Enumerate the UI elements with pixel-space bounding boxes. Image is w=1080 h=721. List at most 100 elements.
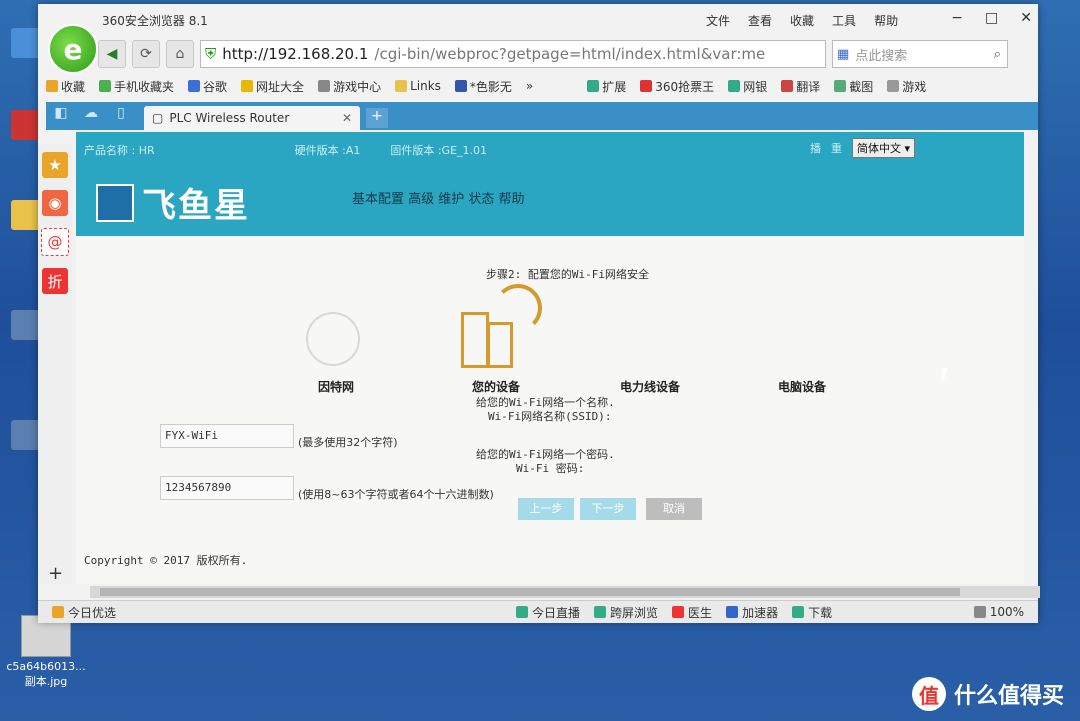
status-left-label: 今日优选 [68,605,117,620]
bookmark-item[interactable]: 网址大全 [241,78,304,95]
toolbar-item[interactable]: 扩展 [587,78,626,95]
add-icon[interactable]: + [48,563,63,584]
password-input[interactable]: 1234567890 [160,476,294,500]
mail-icon[interactable]: @ [41,228,69,256]
firmware-version: 固件版本 :GE_1.01 [390,144,488,157]
scrollbar-thumb[interactable] [100,588,960,596]
bookmark-item[interactable]: 游戏中心 [318,78,381,95]
toolbar-label: 游戏 [902,79,927,94]
language-select[interactable]: 简体中文 ▾ [852,138,916,158]
discount-icon[interactable]: 折 [42,268,68,294]
toolbar-item[interactable]: 360抢票王 [640,78,714,95]
status-download[interactable]: 下载 [792,604,832,621]
bookmark-item[interactable]: Links [395,79,441,93]
ssid-label: Wi-Fi网络名称(SSID): [488,410,612,423]
status-doctor[interactable]: 医生 [672,604,712,621]
screenshot-icon [834,80,847,92]
side-panel: ★ ◉ @ 折 + [38,144,72,584]
phone-icon[interactable]: ▯ [110,105,132,127]
bookmark-item[interactable]: 手机收藏夹 [99,78,174,95]
tab-router[interactable]: ▢ PLC Wireless Router ✕ [144,106,360,130]
lang-icon-1[interactable]: 播 [810,140,821,156]
step-title: 步骤2: 配置您的Wi-Fi网络安全 [486,268,649,281]
weibo-icon[interactable]: ◉ [42,190,68,216]
horizontal-scrollbar[interactable] [90,586,1040,598]
watermark: 值 什么值得买 [911,677,1064,711]
shortcut-icon [11,420,41,450]
page-icon: ▢ [152,111,164,125]
lang-icon-2[interactable]: 重 [831,140,842,156]
tab-close-icon[interactable]: ✕ [342,111,352,125]
status-accelerator[interactable]: 加速器 [726,604,778,621]
status-label: 加速器 [742,605,779,620]
status-label: 医生 [688,605,713,620]
device-info: 产品名称 : HR 硬件版本 :A1 固件版本 :GE_1.01 [84,142,487,158]
menu-help[interactable]: 帮助 [874,12,898,29]
bookmark-item[interactable]: *色影无 [454,78,512,95]
bookmark-label: 网址大全 [256,79,305,94]
search-icon[interactable]: ⌕ [994,47,1001,62]
bookmarks-bar: 收藏 手机收藏夹 谷歌 网址大全 游戏中心 Links *色影无 » 扩展 36… [46,74,1038,98]
globe-icon [241,80,254,92]
desktop-photo-file[interactable]: c5a64b6013...副本.jpg [4,615,88,689]
bookmark-label: 游戏中心 [333,79,382,94]
star-icon[interactable]: ★ [42,152,68,178]
prev-button[interactable]: 上一步 [518,498,574,520]
status-bar: 今日优选 今日直播 跨屏浏览 医生 加速器 下载 100% [38,600,1038,623]
label-internet: 因特网 [318,380,355,394]
status-left[interactable]: 今日优选 [52,604,116,621]
toolbar-item[interactable]: 截图 [834,78,873,95]
toolbar-label: 截图 [849,79,874,94]
star-icon [46,80,58,92]
ssid-hint: (最多使用32个字符) [298,436,398,449]
menu-tools[interactable]: 工具 [832,12,856,29]
status-zoom[interactable]: 100% [973,605,1024,619]
router-nav[interactable]: 基本配置 高级 维护 状态 帮助 [352,188,525,207]
extension-icon [587,80,600,92]
wifi-signal-icon [494,284,542,332]
bookmark-label: Links [410,79,441,93]
back-button[interactable]: ◀ [98,40,126,68]
ticket-icon [640,80,653,92]
watermark-text: 什么值得买 [953,684,1064,709]
toolbar-item[interactable]: 翻译 [781,78,820,95]
home-button[interactable]: ⌂ [166,40,194,68]
address-bar[interactable]: ⛨ http://192.168.20.1/cgi-bin/webproc?ge… [200,40,826,68]
password-label: Wi-Fi 密码: [516,462,585,475]
bookmark-item[interactable]: 谷歌 [188,78,227,95]
new-tab-button[interactable]: + [366,108,388,128]
maximize-icon[interactable]: □ [985,10,998,26]
ssid-input[interactable]: FYX-WiFi [160,424,294,448]
gamepad-icon [318,80,331,92]
status-cross-screen[interactable]: 跨屏浏览 [594,604,658,621]
brand-logo: 飞鱼星 [96,178,250,227]
cloud-icon[interactable]: ☁ [80,105,102,127]
shortcut-icon [11,310,41,340]
refresh-button[interactable]: ⟳ [132,40,160,68]
toolbar-item[interactable]: 游戏 [887,78,926,95]
sidebar-toggle-icon[interactable]: ◧ [50,105,72,127]
minimize-icon[interactable]: − [951,10,963,26]
cancel-button[interactable]: 取消 [646,498,702,520]
bank-icon [728,80,741,92]
label-powerline: 电力线设备 [620,380,681,394]
mouse-cursor-icon [942,368,954,384]
status-label: 今日直播 [532,605,581,620]
toolbar-label: 360抢票王 [655,79,715,94]
search-input[interactable]: ▦ 点此搜索 ⌕ [832,40,1008,68]
toolbar-item[interactable]: 网银 [728,78,767,95]
menu-view[interactable]: 查看 [748,12,772,29]
status-live[interactable]: 今日直播 [516,604,580,621]
zoom-icon [973,606,986,618]
next-button[interactable]: 下一步 [580,498,636,520]
more-bookmarks-icon[interactable]: » [526,79,533,93]
address-path: /cgi-bin/webproc?getpage=html/index.html… [374,45,766,63]
close-icon[interactable]: ✕ [1020,10,1032,26]
password-hint: (使用8~63个字符或者64个十六进制数) [298,488,494,501]
menu-bar: 文件 查看 收藏 工具 帮助 [706,12,898,29]
hardware-version: 硬件版本 :A1 [294,144,361,157]
bookmark-item[interactable]: 收藏 [46,78,85,95]
menu-favorites[interactable]: 收藏 [790,12,814,29]
search-engine-icon: ▦ [837,46,850,62]
menu-file[interactable]: 文件 [706,12,730,29]
